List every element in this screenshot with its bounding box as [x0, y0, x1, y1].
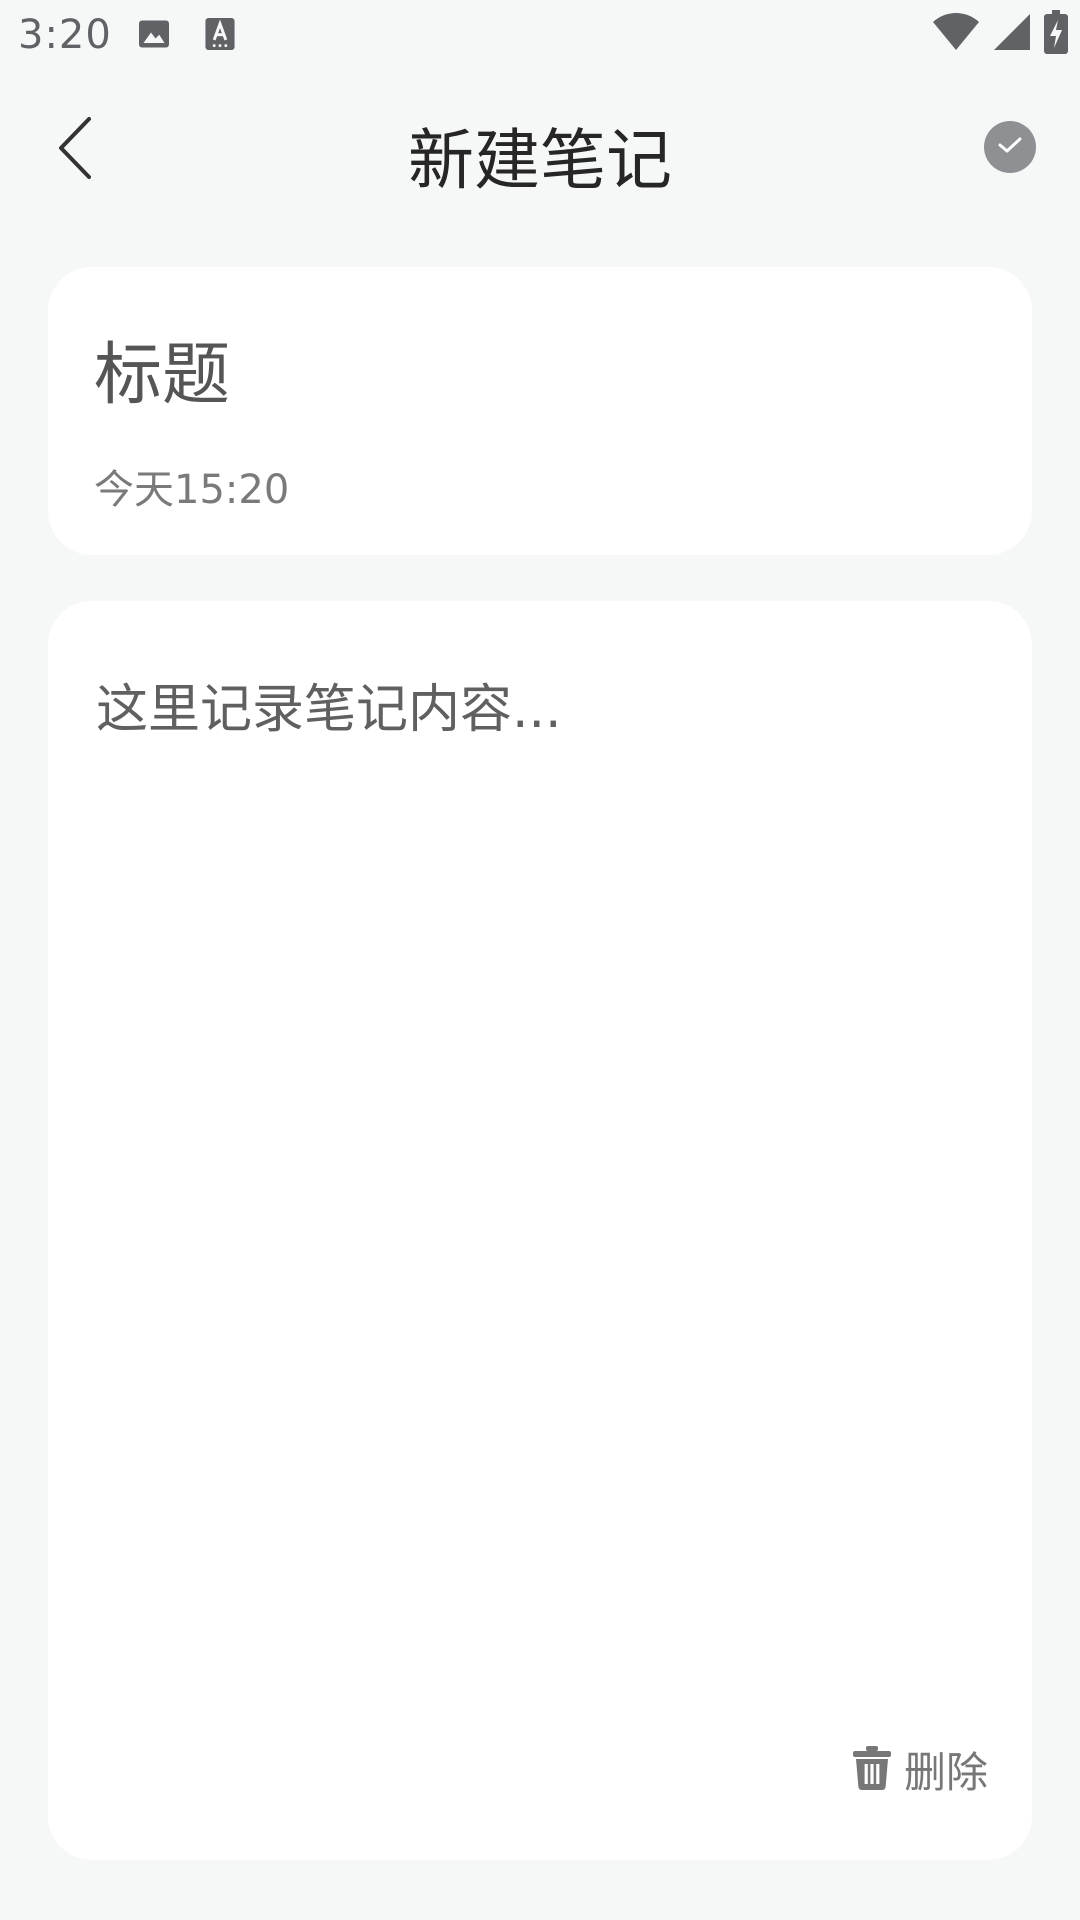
delete-label: 删除 [903, 1748, 988, 1797]
image-icon [136, 16, 176, 56]
page-title: 新建笔记 [408, 122, 672, 199]
header: 新建笔记 [0, 95, 1080, 205]
title-input[interactable]: 标题 [94, 319, 974, 418]
status-time: 3:20 [18, 12, 112, 58]
battery-charging-icon [1044, 10, 1068, 58]
delete-button[interactable]: 删除 [852, 1739, 988, 1800]
keyboard-a-icon [204, 16, 244, 56]
signal-icon [994, 13, 1030, 55]
confirm-button[interactable] [984, 121, 1036, 173]
note-date: 今天15:20 [94, 467, 290, 513]
title-card: 标题 今天15:20 [48, 267, 1032, 555]
content-card: 这里记录笔记内容... 删除 [48, 601, 1032, 1860]
content-input[interactable]: 这里记录笔记内容... [96, 667, 976, 742]
wifi-icon [932, 12, 980, 56]
trash-icon [852, 1745, 892, 1794]
status-right-icons [932, 10, 1068, 58]
check-icon [996, 134, 1024, 160]
status-bar: 3:20 [0, 0, 1080, 72]
